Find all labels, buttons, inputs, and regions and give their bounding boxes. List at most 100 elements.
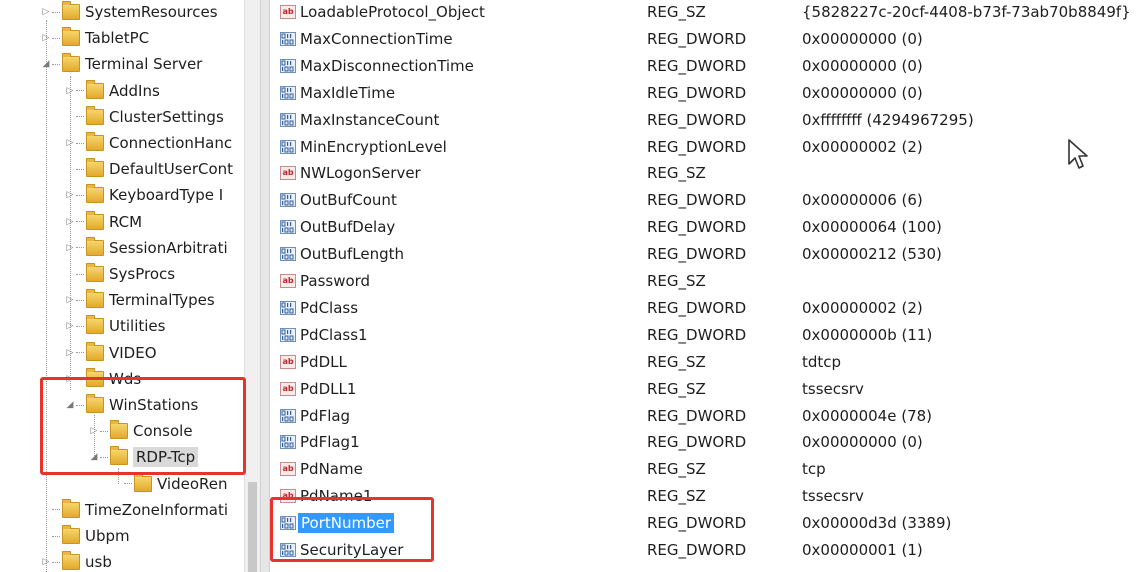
collapse-arrow-icon[interactable]: ◢ — [40, 57, 52, 71]
value-data: 0x00000d3d (3389) — [802, 514, 952, 533]
folder-icon — [86, 236, 104, 256]
binary-value-icon — [280, 58, 296, 73]
tree-node-sysprocs[interactable]: SysProcs — [64, 261, 175, 287]
tree-connector-line — [76, 168, 84, 170]
expand-arrow-icon[interactable]: ▷ — [64, 293, 76, 307]
expand-arrow-icon[interactable]: ▷ — [64, 319, 76, 333]
value-type: REG_DWORD — [647, 137, 747, 156]
tree-node-usb[interactable]: ▷ usb — [40, 549, 112, 572]
value-row-pdflag1[interactable]: PdFlag1 REG_DWORD 0x00000000 (0) — [272, 429, 1136, 455]
tree-connector-line — [76, 142, 84, 144]
tree-node-label: RDP-Tcp — [133, 447, 199, 468]
tree-node-tabletpc[interactable]: ▷ TabletPC — [40, 25, 149, 51]
tree-connector-line — [52, 509, 60, 511]
expand-arrow-icon[interactable]: ▷ — [40, 5, 52, 19]
collapse-arrow-icon[interactable]: ◢ — [64, 398, 76, 412]
value-row-pddll[interactable]: ab PdDLL REG_SZ tdtcp — [272, 349, 1136, 375]
tree-connector — [64, 162, 76, 176]
value-data: {5828227c-20cf-4408-b73f-73ab70b8849f} — [802, 3, 1131, 21]
value-row-pdclass[interactable]: PdClass REG_DWORD 0x00000002 (2) — [272, 295, 1136, 321]
value-row-outbufcount[interactable]: OutBufCount REG_DWORD 0x00000006 (6) — [272, 187, 1136, 213]
tree-node-timezoneinformati[interactable]: TimeZoneInformati — [40, 497, 228, 523]
tree-node-systemresources[interactable]: ▷ SystemResources — [40, 0, 218, 25]
value-row-outbufdelay[interactable]: OutBufDelay REG_DWORD 0x00000064 (100) — [272, 214, 1136, 240]
tree-node-video[interactable]: ▷ VIDEO — [64, 340, 157, 366]
collapse-arrow-icon[interactable]: ◢ — [88, 450, 100, 464]
tree-node-terminal-server[interactable]: ◢ Terminal Server — [40, 51, 202, 77]
value-data: tssecsrv — [802, 487, 864, 506]
value-row-outbuflength[interactable]: OutBufLength REG_DWORD 0x00000212 (530) — [272, 241, 1136, 267]
value-row-maxdisconnectiontime[interactable]: MaxDisconnectionTime REG_DWORD 0x00000000 … — [272, 53, 1136, 79]
tree-node-clustersettings[interactable]: ClusterSettings — [64, 104, 224, 130]
tree-node-utilities[interactable]: ▷ Utilities — [64, 313, 165, 339]
value-row-nwlogonserver[interactable]: ab NWLogonServer REG_SZ — [272, 160, 1136, 186]
tree-scrollbar-thumb[interactable] — [248, 482, 257, 572]
folder-icon — [86, 79, 104, 99]
value-row-maxinstancecount[interactable]: MaxInstanceCount REG_DWORD 0xffffffff (429… — [272, 107, 1136, 133]
binary-value-icon — [280, 247, 296, 262]
folder-icon — [86, 289, 104, 309]
tree-connector-line — [76, 378, 84, 380]
tree-node-winstations[interactable]: ◢ WinStations — [64, 392, 198, 418]
value-row-portnumber[interactable]: PortNumber REG_DWORD 0x00000d3d (3389) — [272, 510, 1136, 536]
value-data: 0x00000000 (0) — [802, 29, 923, 48]
tree-connector-line — [76, 116, 84, 118]
tree-node-videoren[interactable]: VideoRen — [112, 471, 228, 497]
tree-node-connectionhanc[interactable]: ▷ ConnectionHanc — [64, 130, 232, 156]
value-row-pdflag[interactable]: PdFlag REG_DWORD 0x0000004e (78) — [272, 403, 1136, 429]
value-row-password[interactable]: ab Password REG_SZ — [272, 268, 1136, 294]
expand-arrow-icon[interactable]: ▷ — [64, 346, 76, 360]
value-row-minencryptionlevel[interactable]: MinEncryptionLevel REG_DWORD 0x00000002 (2… — [272, 134, 1136, 160]
string-value-icon: ab — [280, 462, 296, 477]
tree-node-addins[interactable]: ▷ AddIns — [64, 78, 160, 104]
expand-arrow-icon[interactable]: ▷ — [88, 424, 100, 438]
tree-node-label: KeyboardType I — [109, 186, 224, 205]
expand-arrow-icon[interactable]: ▷ — [64, 215, 76, 229]
tree-connector-line — [76, 194, 84, 196]
folder-icon — [86, 394, 104, 413]
tree-connector-line — [76, 221, 84, 223]
value-data: tdtcp — [802, 352, 842, 371]
value-data: 0x00000212 (530) — [802, 245, 942, 264]
binary-value-icon — [280, 85, 296, 100]
registry-key-tree[interactable]: ▷ SystemResources ▷ TabletPC ◢ Terminal Serve… — [0, 0, 244, 572]
tree-node-console[interactable]: ▷ Console — [88, 418, 193, 444]
value-type: REG_DWORD — [647, 218, 747, 237]
expand-arrow-icon[interactable]: ▷ — [40, 555, 52, 569]
binary-value-icon — [280, 543, 296, 557]
registry-values-list[interactable]: ab LoadableProtocol_Object REG_SZ {5828227c… — [272, 0, 1136, 572]
value-row-loadableprotocol-object[interactable]: ab LoadableProtocol_Object REG_SZ {5828227c… — [272, 0, 1136, 25]
value-data: 0x0000000b (11) — [802, 325, 933, 344]
value-type: REG_DWORD — [647, 541, 747, 559]
tree-node-rcm[interactable]: ▷ RCM — [64, 209, 142, 235]
value-name: MaxDisconnectionTime — [300, 56, 474, 75]
binary-value-icon — [280, 139, 296, 154]
expand-arrow-icon[interactable]: ▷ — [64, 136, 76, 150]
pane-splitter[interactable] — [260, 0, 270, 572]
value-row-pddll1[interactable]: ab PdDLL1 REG_SZ tssecsrv — [272, 376, 1136, 402]
value-row-maxconnectiontime[interactable]: MaxConnectionTime REG_DWORD 0x00000000 (0) — [272, 26, 1136, 52]
value-row-securitylayer[interactable]: SecurityLayer REG_DWORD 0x00000001 (1) — [272, 537, 1136, 563]
folder-icon — [110, 446, 128, 466]
tree-node-ubpm[interactable]: Ubpm — [40, 523, 130, 549]
expand-arrow-icon[interactable]: ▷ — [64, 372, 76, 386]
value-name: Password — [300, 272, 371, 290]
tree-node-defaultusercont[interactable]: DefaultUserCont — [64, 156, 233, 182]
tree-node-label: Terminal Server — [85, 55, 203, 74]
value-row-pdname1[interactable]: ab PdName1 REG_SZ tssecsrv — [272, 483, 1136, 509]
expand-arrow-icon[interactable]: ▷ — [64, 188, 76, 202]
tree-node-sessionarbitrati[interactable]: ▷ SessionArbitrati — [64, 235, 228, 261]
tree-node-terminaltypes[interactable]: ▷ TerminalTypes — [64, 287, 215, 313]
tree-node-wds[interactable]: ▷ Wds — [64, 366, 141, 392]
expand-arrow-icon[interactable]: ▷ — [64, 241, 76, 255]
tree-node-keyboardtype-i[interactable]: ▷ KeyboardType I — [64, 182, 223, 208]
binary-value-icon — [280, 327, 296, 342]
value-row-pdname[interactable]: ab PdName REG_SZ tcp — [272, 456, 1136, 482]
expand-arrow-icon[interactable]: ▷ — [64, 84, 76, 98]
value-row-maxidletime[interactable]: MaxIdleTime REG_DWORD 0x00000000 (0) — [272, 80, 1136, 106]
tree-node-rdp-tcp[interactable]: ◢ RDP-Tcp — [88, 444, 199, 470]
tree-node-label: ConnectionHanc — [109, 134, 233, 152]
expand-arrow-icon[interactable]: ▷ — [40, 31, 52, 45]
value-row-pdclass1[interactable]: PdClass1 REG_DWORD 0x0000000b (11) — [272, 322, 1136, 348]
string-value-icon: ab — [280, 381, 296, 396]
